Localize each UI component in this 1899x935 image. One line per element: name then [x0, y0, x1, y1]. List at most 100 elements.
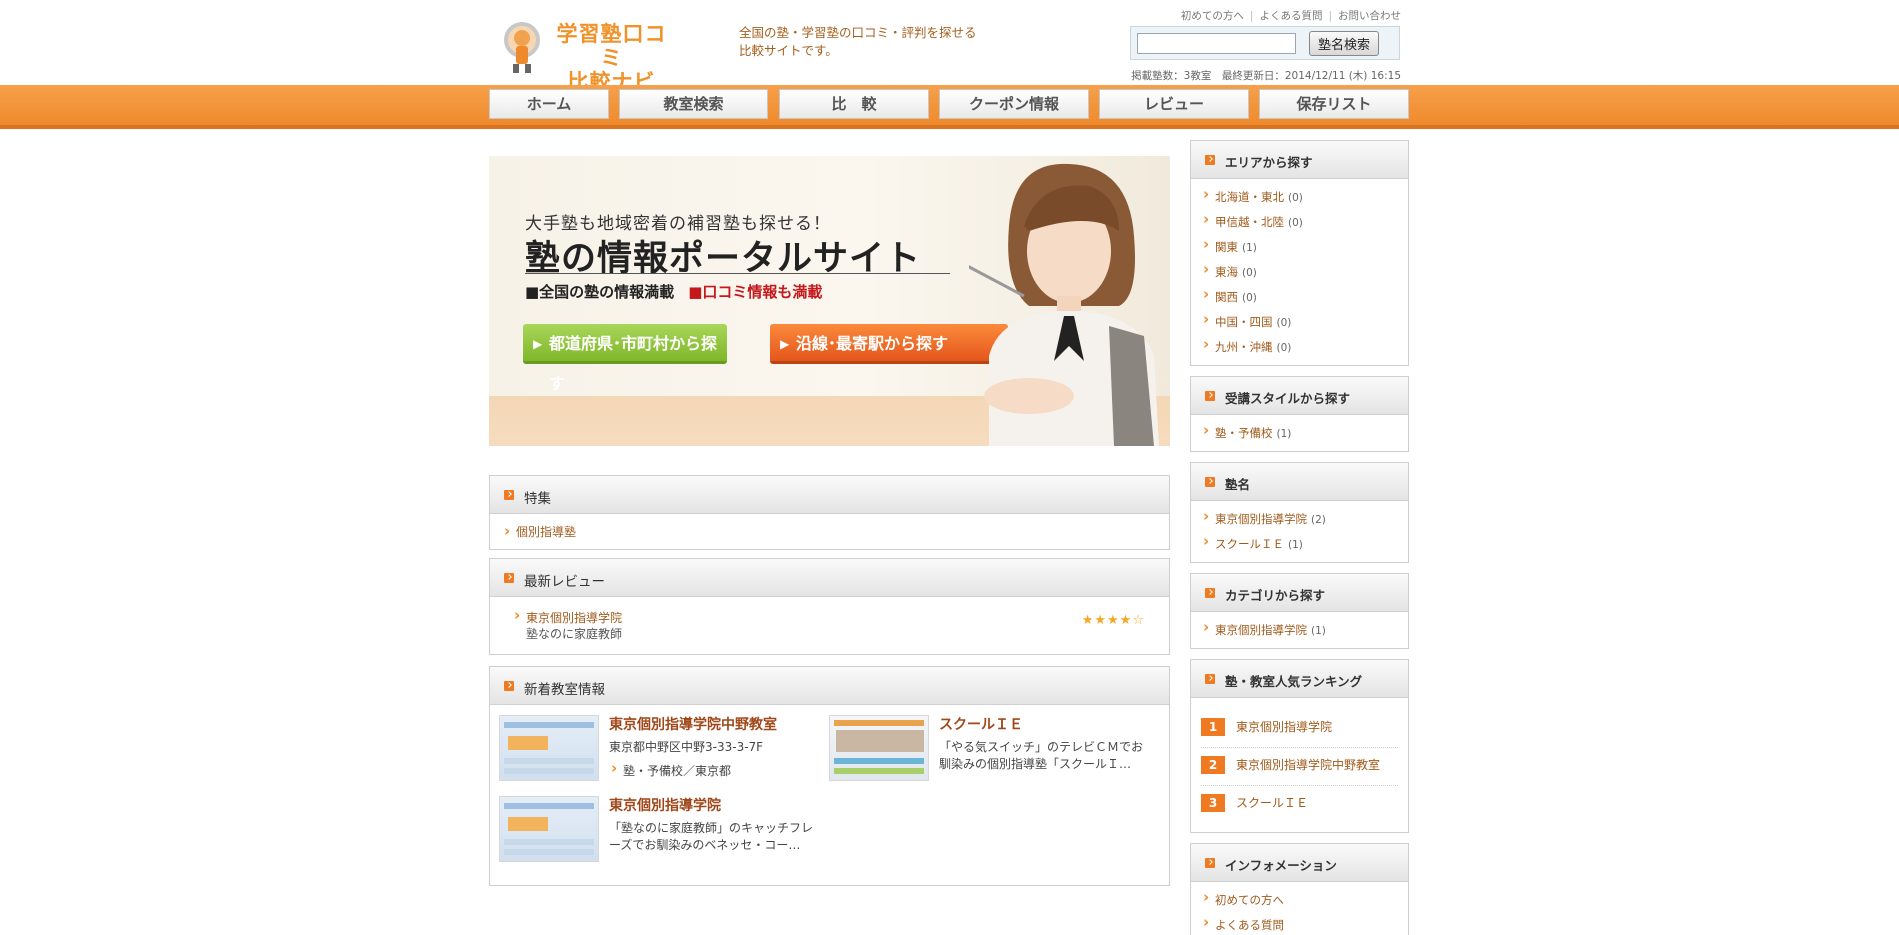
hero-feature-reviews: ■口コミ情報も満載: [688, 283, 823, 301]
review-item[interactable]: 東京個別指導学院 塾なのに家庭教師 ★★★★☆: [490, 597, 1169, 653]
global-nav: ホーム 教室検索 比 較 クーポン情報 レビュー 保存リスト: [489, 89, 1409, 119]
site-header: 学習塾口コミ 比較ナビ 全国の塾・学習塾の口コミ・評判を探せる 比較サイトです。…: [489, 0, 1409, 94]
sidebar-names-header: 塾名: [1191, 463, 1408, 501]
sidebar-area: エリアから探す 北海道・東北(0) 甲信越・北陸(0) 関東(1) 東海(0) …: [1190, 140, 1409, 366]
name-item-tokyo-kobetsu[interactable]: 東京個別指導学院(2): [1201, 506, 1398, 534]
nav-classroom-search[interactable]: 教室検索: [619, 89, 768, 119]
search-input[interactable]: [1137, 33, 1296, 54]
section-bullet-icon: [504, 573, 514, 583]
classroom-card[interactable]: スクールＩＥ 「やる気スイッチ」のテレビＣＭでお馴染みの個別指導塾「スクールＩ…: [829, 715, 1149, 785]
play-arrow-icon: ▶: [533, 337, 543, 351]
sidebar-ranking-header: 塾・教室人気ランキング: [1191, 660, 1408, 698]
area-item-kanto[interactable]: 関東(1): [1201, 234, 1398, 262]
sidebar-area-title: エリアから探す: [1225, 155, 1313, 170]
section-bullet-icon: [1205, 674, 1215, 684]
category-item-tokyo-kobetsu[interactable]: 東京個別指導学院(1): [1201, 617, 1398, 645]
hero-feature-info: ■全国の塾の情報満載: [525, 283, 675, 301]
search-by-area-label: 都道府県･市町村から探す: [549, 334, 718, 393]
new-classroom-header: 新着教室情報: [490, 667, 1169, 705]
feature-box: 特集 個別指導塾: [489, 475, 1170, 550]
classroom-category[interactable]: 塾・予備校／東京都: [609, 759, 731, 779]
top-links: 初めての方へ | よくある質問 | お問い合わせ: [1180, 10, 1401, 22]
sidebar-names-title: 塾名: [1225, 477, 1251, 492]
global-nav-bar: ホーム 教室検索 比 較 クーポン情報 レビュー 保存リスト: [0, 85, 1899, 129]
classroom-name[interactable]: 東京個別指導学院中野教室: [609, 714, 777, 734]
classroom-address: 東京都中野区中野3-33-3-7F: [609, 740, 764, 754]
nav-saved-list[interactable]: 保存リスト: [1259, 89, 1409, 119]
section-bullet-icon: [1205, 588, 1215, 598]
site-tagline: 全国の塾・学習塾の口コミ・評判を探せる 比較サイトです。: [739, 24, 977, 60]
nav-review[interactable]: レビュー: [1099, 89, 1249, 119]
section-bullet-icon: [1205, 477, 1215, 487]
classroom-thumbnail[interactable]: [499, 796, 599, 862]
hero-banner: 大手塾も地域密着の補習塾も探せる！ 塾の情報ポータルサイト ■全国の塾の情報満載…: [489, 156, 1170, 446]
logo-line1: 学習塾口コミ: [556, 22, 667, 70]
area-item-chugoku-shikoku[interactable]: 中国・四国(0): [1201, 309, 1398, 337]
hero-divider: [525, 273, 950, 274]
sidebar-ranking-title: 塾・教室人気ランキング: [1225, 674, 1363, 689]
rank-number: 3: [1201, 794, 1225, 812]
sidebar-ranking: 塾・教室人気ランキング 1 東京個別指導学院 2 東京個別指導学院中野教室 3 スクー…: [1190, 659, 1409, 833]
feature-box-title: 特集: [524, 491, 551, 507]
sidebar-style-title: 受講スタイルから探す: [1225, 391, 1351, 406]
classroom-card[interactable]: 東京個別指導学院 「塾なのに家庭教師」のキャッチフレーズでお馴染みのベネッセ・コ…: [499, 796, 819, 866]
nav-coupon[interactable]: クーポン情報: [939, 89, 1089, 119]
latest-review-title: 最新レビュー: [524, 574, 605, 590]
ranking-list: 1 東京個別指導学院 2 東京個別指導学院中野教室 3 スクールＩＥ: [1191, 698, 1408, 828]
search-by-area-button[interactable]: ▶ 都道府県･市町村から探す: [523, 324, 727, 393]
section-bullet-icon: [1205, 155, 1215, 165]
toplink-beginners[interactable]: 初めての方へ: [1181, 10, 1244, 22]
area-item-koshinetsu-hokuriku[interactable]: 甲信越・北陸(0): [1201, 209, 1398, 237]
hero-features: ■全国の塾の情報満載 ■口コミ情報も満載: [525, 281, 822, 302]
tagline-line2: 比較サイトです。: [739, 43, 838, 58]
toplink-faq[interactable]: よくある質問: [1259, 10, 1322, 22]
area-item-kyushu-okinawa[interactable]: 九州・沖縄(0): [1201, 334, 1398, 362]
area-item-tokai[interactable]: 東海(0): [1201, 259, 1398, 287]
latest-review-box: 最新レビュー 東京個別指導学院 塾なのに家庭教師 ★★★★☆: [489, 558, 1170, 655]
classroom-description: 「やる気スイッチ」のテレビＣＭでお馴染みの個別指導塾「スクールＩ…: [939, 740, 1144, 771]
tagline-line1: 全国の塾・学習塾の口コミ・評判を探せる: [739, 25, 977, 40]
section-bullet-icon: [1205, 391, 1215, 401]
classroom-thumbnail[interactable]: [499, 715, 599, 781]
classroom-name[interactable]: スクールＩＥ: [939, 714, 1023, 734]
search-by-station-label: 沿線･最寄駅から探す: [796, 334, 949, 353]
ranking-item[interactable]: 1 東京個別指導学院: [1201, 710, 1398, 748]
section-bullet-icon: [504, 681, 514, 691]
sidebar-info-header: インフォメーション: [1191, 844, 1408, 882]
sidebar-school-names: 塾名 東京個別指導学院(2) スクールＩＥ(1): [1190, 462, 1409, 563]
nav-home[interactable]: ホーム: [489, 89, 609, 119]
play-arrow-icon: ▶: [780, 337, 790, 351]
section-bullet-icon: [504, 490, 514, 500]
info-item-beginners[interactable]: 初めての方へ: [1201, 887, 1398, 915]
site-meta: 掲載塾数：3教室 最終更新日：2014/12/11 (木) 16:15: [1131, 70, 1401, 82]
sidebar-style: 受講スタイルから探す 塾・予備校(1): [1190, 376, 1409, 452]
feature-item-kobetsu[interactable]: 個別指導塾: [502, 525, 576, 539]
info-item-faq[interactable]: よくある質問: [1201, 912, 1398, 935]
section-bullet-icon: [1205, 858, 1215, 868]
search-button[interactable]: 塾名検索: [1309, 31, 1379, 56]
latest-review-header: 最新レビュー: [490, 559, 1169, 597]
sidebar-area-header: エリアから探す: [1191, 141, 1408, 179]
sidebar-information: インフォメーション 初めての方へ よくある質問: [1190, 843, 1409, 935]
sidebar-info-title: インフォメーション: [1225, 858, 1337, 873]
classroom-thumbnail[interactable]: [829, 715, 929, 781]
style-item-juku-yobiko[interactable]: 塾・予備校(1): [1201, 420, 1398, 448]
ranking-item[interactable]: 2 東京個別指導学院中野教室: [1201, 748, 1398, 786]
site-logo[interactable]: 学習塾口コミ 比較ナビ: [502, 18, 677, 94]
sidebar-category: カテゴリから探す 東京個別指導学院(1): [1190, 573, 1409, 649]
toplink-contact[interactable]: お問い合わせ: [1338, 10, 1401, 22]
area-item-hokkaido-tohoku[interactable]: 北海道・東北(0): [1201, 184, 1398, 212]
classroom-card[interactable]: 東京個別指導学院中野教室 東京都中野区中野3-33-3-7F 塾・予備校／東京都: [499, 715, 819, 785]
rank-number: 2: [1201, 756, 1225, 774]
feature-box-header: 特集: [490, 476, 1169, 514]
sidebar-style-header: 受講スタイルから探す: [1191, 377, 1408, 415]
ranking-item[interactable]: 3 スクールＩＥ: [1201, 786, 1398, 824]
sidebar-category-header: カテゴリから探す: [1191, 574, 1408, 612]
area-item-kansai[interactable]: 関西(0): [1201, 284, 1398, 312]
name-item-school-ie[interactable]: スクールＩＥ(1): [1201, 531, 1398, 559]
classroom-name[interactable]: 東京個別指導学院: [609, 795, 721, 815]
new-classroom-title: 新着教室情報: [524, 682, 605, 698]
sidebar-category-title: カテゴリから探す: [1225, 588, 1326, 603]
nav-compare[interactable]: 比 較: [779, 89, 929, 119]
logo-text: 学習塾口コミ 比較ナビ: [546, 22, 677, 94]
